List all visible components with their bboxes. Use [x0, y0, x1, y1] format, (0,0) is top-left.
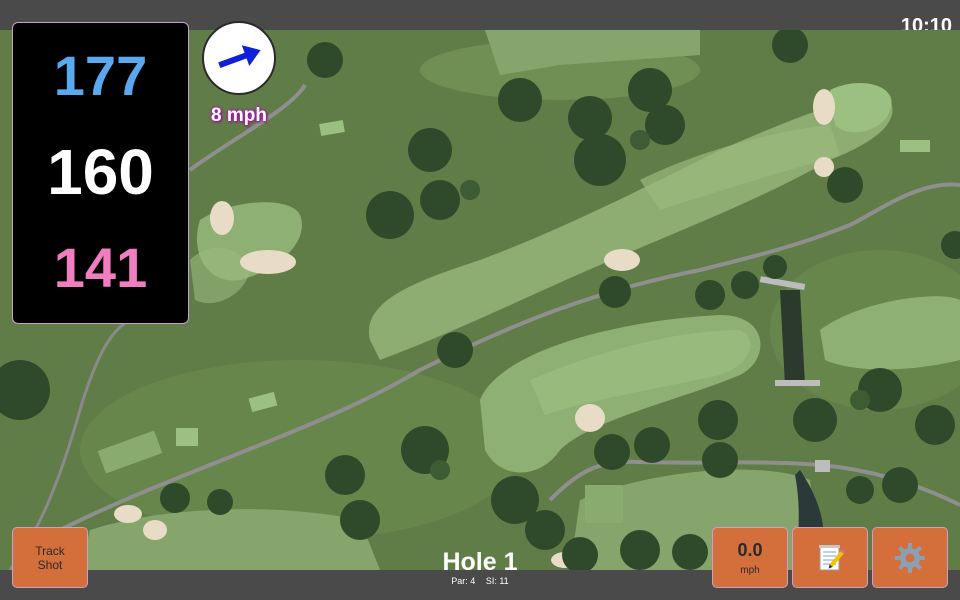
wind-indicator — [202, 21, 276, 95]
track-shot-label: Track Shot — [35, 543, 65, 572]
notes-button[interactable] — [792, 527, 868, 588]
hole-title: Hole 1 — [442, 548, 518, 576]
hole-si: SI: 11 — [485, 576, 509, 586]
wind-speed: 8 mph — [211, 105, 267, 126]
track-shot-button[interactable]: Track Shot — [12, 527, 88, 588]
gear-icon — [895, 542, 925, 573]
distance-middle: 160 — [47, 136, 154, 208]
hole-info: Par: 4 SI: 11 — [380, 576, 580, 586]
notepad-icon — [819, 544, 845, 570]
distance-front: 141 — [53, 236, 148, 299]
distance-panel: 177 160 141 — [12, 22, 189, 324]
settings-button[interactable] — [872, 527, 948, 588]
speed-value: 0.0 — [737, 539, 763, 560]
hole-par: Par: 4 — [451, 576, 476, 586]
speed-unit: mph — [740, 564, 760, 576]
distance-back: 177 — [53, 44, 148, 107]
golf-gps-app: 10:10 177 160 141 8 mph Track Shot Hole … — [0, 0, 960, 600]
speed-button[interactable]: 0.0 mph — [712, 527, 788, 588]
arrow-right-icon — [218, 45, 261, 69]
